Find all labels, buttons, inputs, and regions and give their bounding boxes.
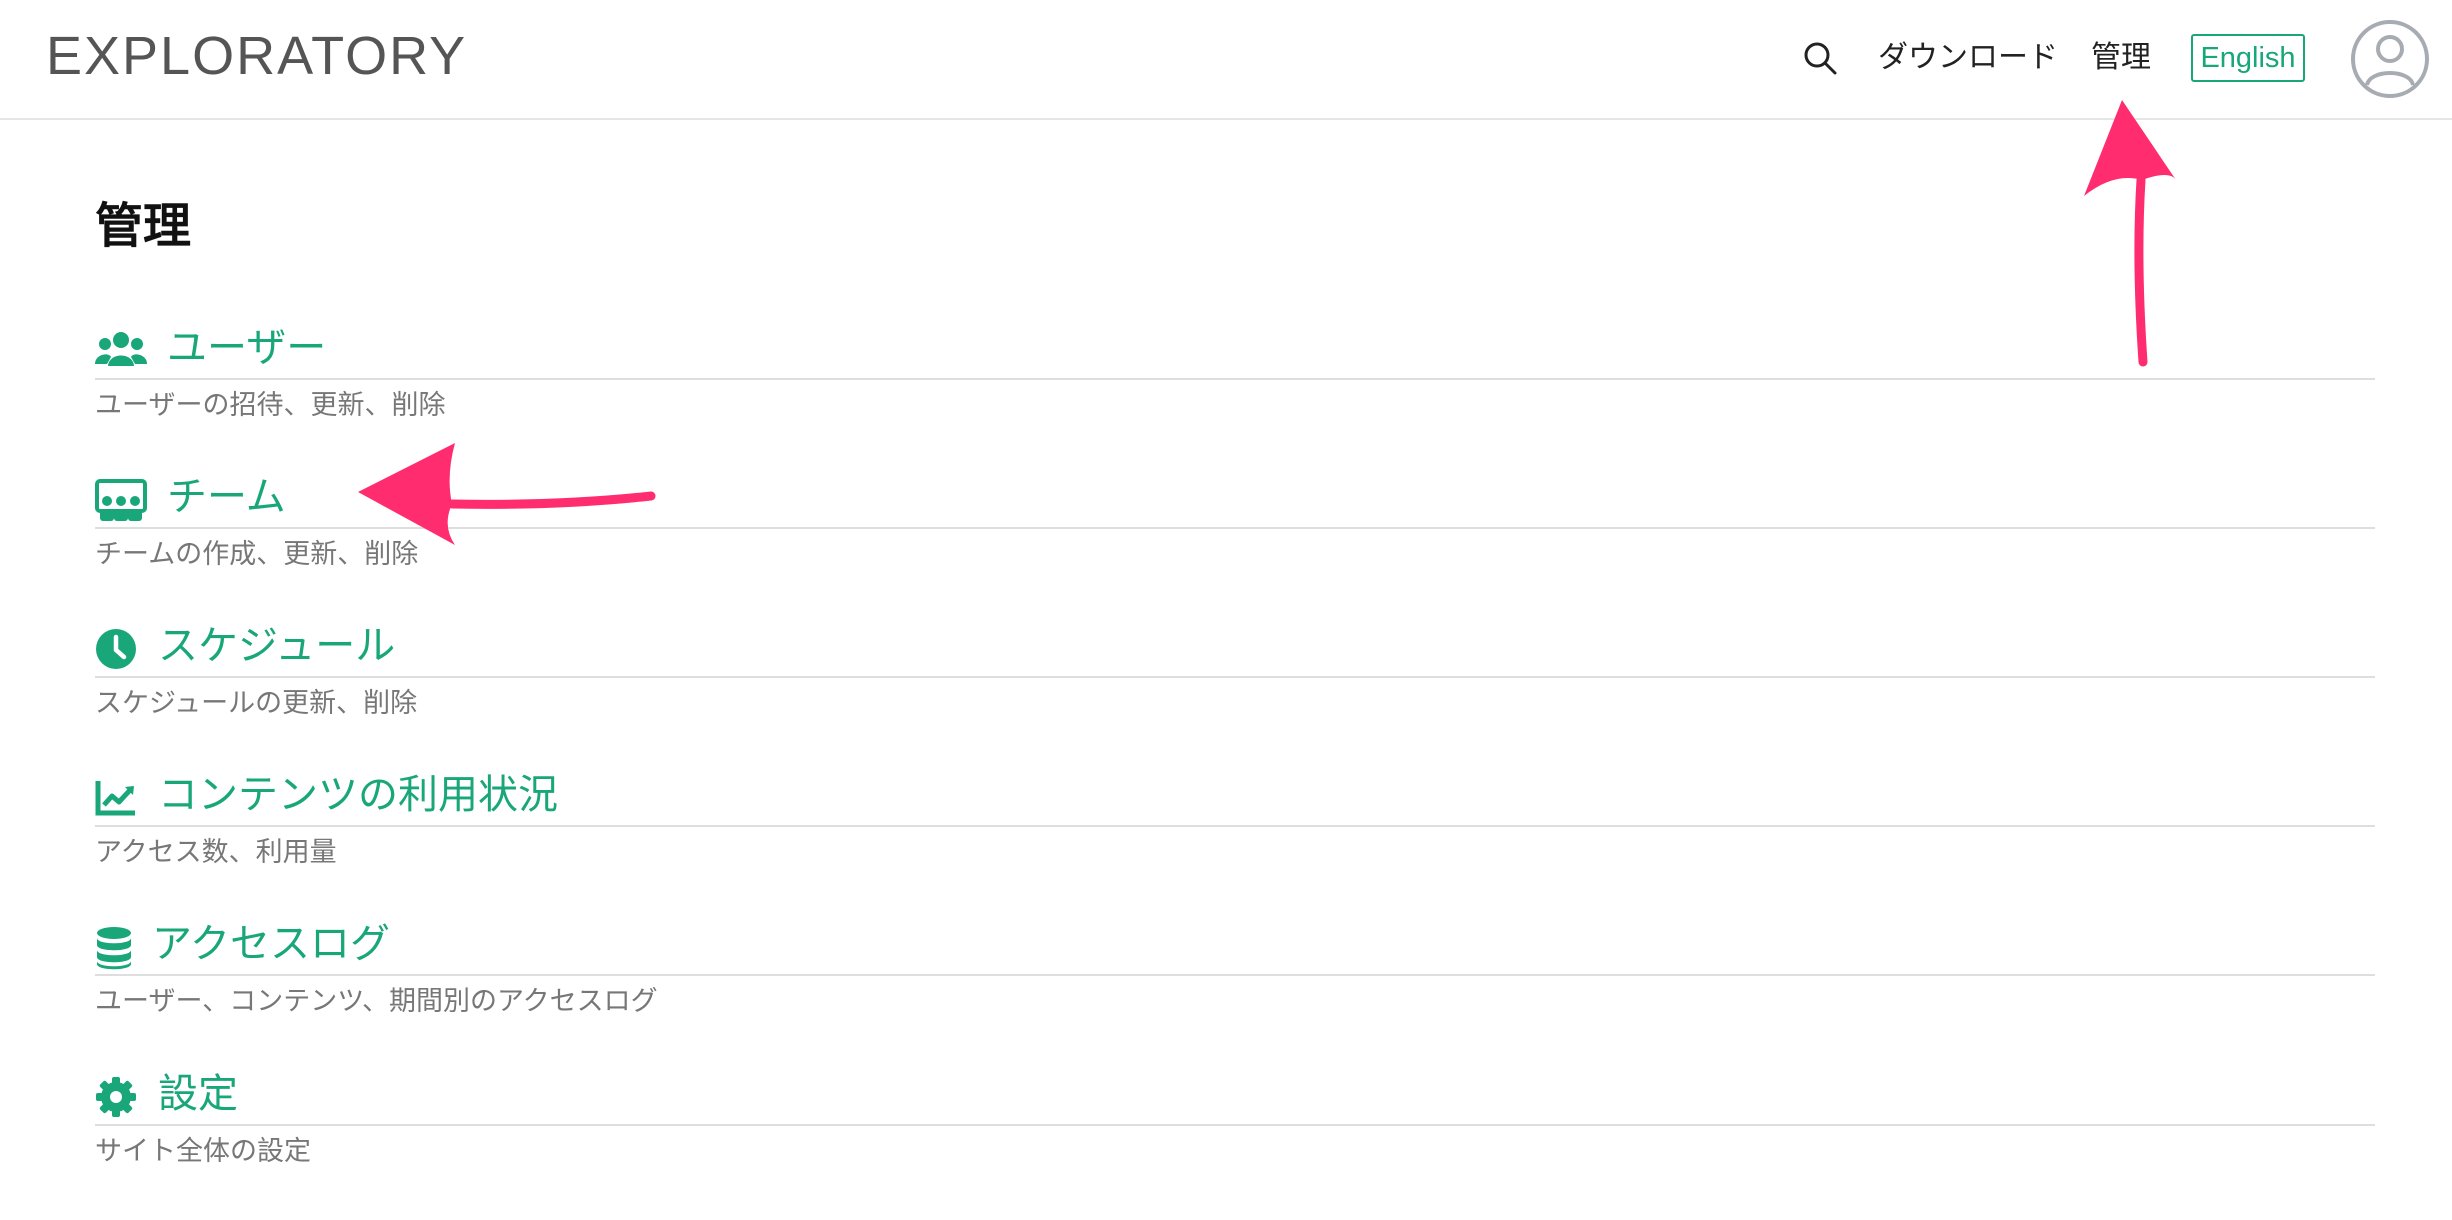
- annotation-arrow-up: [2084, 100, 2176, 367]
- admin-item-access-log-link[interactable]: アクセスログ: [95, 921, 2375, 976]
- admin-item-schedule: スケジュール スケジュールの更新、削除: [95, 623, 2375, 744]
- admin-item-access-log: アクセスログ ユーザー、コンテンツ、期間別のアクセスログ: [95, 921, 2375, 1042]
- language-button[interactable]: English: [2191, 34, 2305, 82]
- admin-item-settings: 設定 サイト全体の設定: [95, 1071, 2375, 1192]
- page-title: 管理: [95, 198, 192, 254]
- admin-item-title: チーム: [167, 474, 286, 520]
- admin-item-description: サイト全体の設定: [95, 1136, 311, 1167]
- team-icon: [95, 479, 147, 521]
- top-navbar: EXPLORATORY ダウンロード 管理 English: [0, 0, 2452, 120]
- users-icon: [95, 330, 147, 372]
- admin-item-description: スケジュールの更新、削除: [95, 688, 418, 719]
- admin-item-title: コンテンツの利用状況: [158, 772, 558, 818]
- admin-item-team: チーム チームの作成、更新、削除: [95, 474, 2375, 595]
- clock-icon: [95, 628, 145, 670]
- admin-item-team-link[interactable]: チーム: [95, 474, 2375, 529]
- search-icon[interactable]: [1802, 40, 1838, 76]
- admin-item-content-usage-link[interactable]: コンテンツの利用状況: [95, 772, 2375, 827]
- logo[interactable]: EXPLORATORY: [46, 24, 467, 88]
- admin-item-users-link[interactable]: ユーザー: [95, 325, 2375, 380]
- nav-admin-link[interactable]: 管理: [2091, 36, 2151, 80]
- user-avatar-icon[interactable]: [2350, 19, 2430, 99]
- gear-icon: [95, 1076, 145, 1118]
- admin-item-description: ユーザーの招待、更新、削除: [95, 390, 446, 421]
- admin-item-settings-link[interactable]: 設定: [95, 1071, 2375, 1126]
- database-icon: [95, 926, 145, 970]
- admin-item-title: ユーザー: [167, 325, 327, 371]
- nav-download-link[interactable]: ダウンロード: [1878, 36, 2058, 80]
- admin-item-description: チームの作成、更新、削除: [95, 539, 419, 570]
- page: EXPLORATORY ダウンロード 管理 English 管理 ユーザー ユー…: [0, 0, 2452, 1220]
- admin-item-content-usage: コンテンツの利用状況 アクセス数、利用量: [95, 772, 2375, 893]
- admin-item-title: 設定: [158, 1071, 238, 1117]
- admin-item-description: アクセス数、利用量: [95, 837, 337, 868]
- admin-item-users: ユーザー ユーザーの招待、更新、削除: [95, 325, 2375, 446]
- admin-item-title: アクセスログ: [152, 921, 390, 967]
- admin-item-description: ユーザー、コンテンツ、期間別のアクセスログ: [95, 986, 658, 1017]
- chart-line-icon: [95, 777, 145, 819]
- admin-item-title: スケジュール: [158, 623, 396, 669]
- admin-item-schedule-link[interactable]: スケジュール: [95, 623, 2375, 678]
